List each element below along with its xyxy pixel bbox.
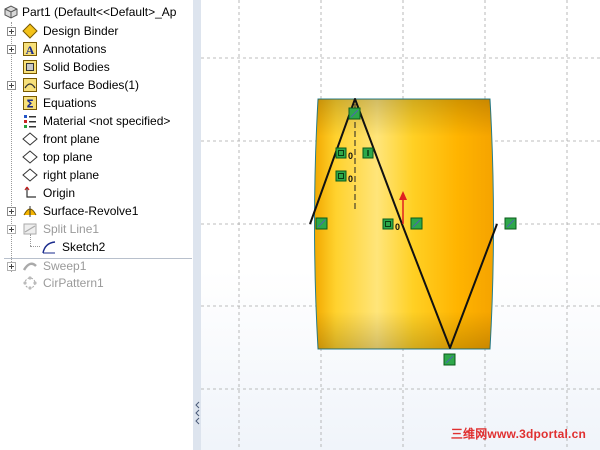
svg-text:Σ: Σ xyxy=(26,98,34,111)
relation-coincident-icon[interactable] xyxy=(382,218,394,230)
tree-item-split-line1[interactable]: Split Line1 xyxy=(0,220,193,238)
tree-item-label: Origin xyxy=(43,186,76,200)
split-line-icon xyxy=(23,223,37,235)
relation-label: 0 xyxy=(348,151,353,161)
model-canvas[interactable]: 0 0 0 xyxy=(201,0,600,450)
tree-item-top-plane[interactable]: top plane xyxy=(0,148,193,166)
tree-item-label: front plane xyxy=(43,132,100,146)
expand-icon[interactable] xyxy=(7,81,16,90)
tree-item-label: Annotations xyxy=(43,42,107,56)
tree-item-design-binder[interactable]: Design Binder xyxy=(0,22,193,40)
equations-icon: Σ xyxy=(23,96,37,111)
tree-item-sketch2[interactable]: Sketch2 xyxy=(0,238,193,256)
relation-coincident-icon[interactable] xyxy=(335,147,347,159)
tree-item-material[interactable]: Material <not specified> xyxy=(0,112,193,130)
tree-item-annotations[interactable]: A Annotations xyxy=(0,40,193,58)
relation-label: 0 xyxy=(395,222,400,232)
surface-revolve-icon xyxy=(23,206,37,217)
sweep-icon xyxy=(22,262,37,271)
annotations-icon: A xyxy=(23,42,37,57)
tree-item-right-plane[interactable]: right plane xyxy=(0,166,193,184)
tree-item-surface-revolve1[interactable]: Surface-Revolve1 xyxy=(0,202,193,220)
watermark-text: 三维网www.3dportal.cn xyxy=(450,427,586,441)
tree-item-surface-bodies[interactable]: Surface Bodies(1) xyxy=(0,76,193,94)
expand-icon[interactable] xyxy=(7,262,16,271)
tree-item-solid-bodies[interactable]: Solid Bodies xyxy=(0,58,193,76)
splitter-grip-icon[interactable] xyxy=(195,400,200,426)
relation-label: 0 xyxy=(348,174,353,184)
tree-item-origin[interactable]: Origin xyxy=(0,184,193,202)
tree-item-label: Sketch2 xyxy=(62,240,106,254)
endpoint-handle-icon[interactable] xyxy=(504,217,517,230)
tree-item-label: right plane xyxy=(43,168,100,182)
design-binder-icon xyxy=(22,23,38,39)
tree-item-label: Split Line1 xyxy=(43,222,100,236)
graphics-viewport[interactable]: 0 0 0 三维网www.3dportal.cn xyxy=(201,0,600,450)
tree-root-part[interactable]: Part1 (Default<<Default>_Ap xyxy=(0,3,193,21)
tree-item-label: Material <not specified> xyxy=(43,114,171,128)
part-title: Part1 (Default<<Default>_Ap xyxy=(22,5,177,19)
solid-bodies-icon xyxy=(23,60,37,74)
tree-item-label: Solid Bodies xyxy=(43,60,110,74)
endpoint-handle-icon[interactable] xyxy=(443,353,456,366)
plane-icon xyxy=(22,150,38,164)
tree-item-label: Equations xyxy=(43,96,97,110)
circular-pattern-icon xyxy=(23,276,37,290)
tree-item-cirpattern1[interactable]: CirPattern1 xyxy=(0,274,193,292)
tree-item-label: top plane xyxy=(43,150,93,164)
expand-icon[interactable] xyxy=(7,45,16,54)
tree-item-label: Design Binder xyxy=(43,24,119,38)
relation-coincident-icon[interactable] xyxy=(335,170,347,182)
tree-item-label: Sweep1 xyxy=(43,259,87,273)
plane-icon xyxy=(22,132,38,146)
expand-icon[interactable] xyxy=(7,207,16,216)
feature-manager-tree: Part1 (Default<<Default>_Ap Design Binde… xyxy=(0,0,194,450)
tree-item-sweep1[interactable]: Sweep1 xyxy=(0,257,193,275)
collapse-icon[interactable] xyxy=(7,225,16,234)
endpoint-handle-icon[interactable] xyxy=(348,107,361,120)
plane-icon xyxy=(22,168,38,182)
svg-text:A: A xyxy=(26,43,35,57)
tree-item-label: CirPattern1 xyxy=(43,276,104,290)
part-icon xyxy=(4,5,18,19)
expand-icon[interactable] xyxy=(7,27,16,36)
sketch-icon xyxy=(42,241,56,254)
endpoint-handle-icon[interactable] xyxy=(315,217,328,230)
origin-icon xyxy=(24,186,36,198)
endpoint-handle-icon[interactable] xyxy=(410,217,423,230)
tree-item-label: Surface-Revolve1 xyxy=(43,204,139,218)
surface-bodies-icon xyxy=(23,78,37,92)
tree-item-equations[interactable]: Σ Equations xyxy=(0,94,193,112)
panel-splitter[interactable] xyxy=(193,0,201,450)
tree-item-front-plane[interactable]: front plane xyxy=(0,130,193,148)
tree-item-label: Surface Bodies(1) xyxy=(43,78,140,92)
material-icon xyxy=(24,115,36,128)
